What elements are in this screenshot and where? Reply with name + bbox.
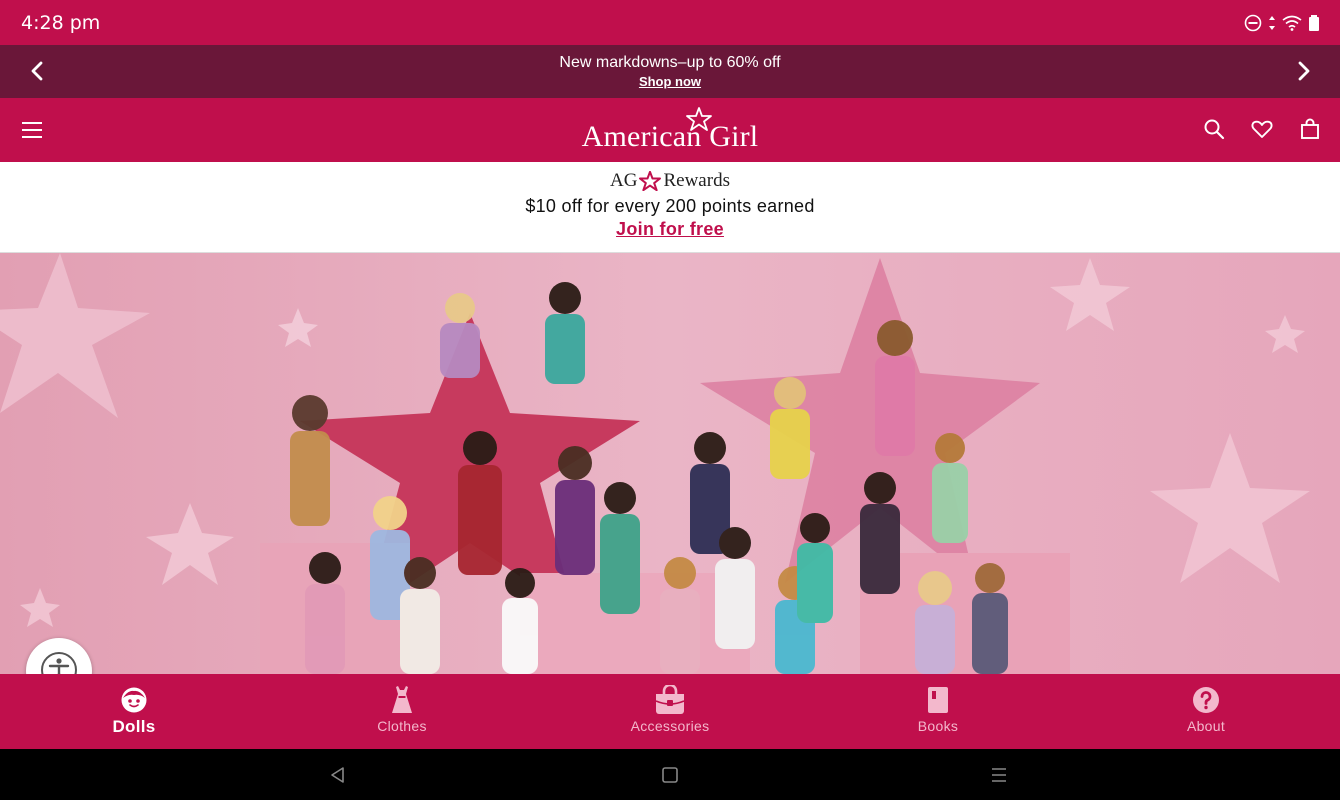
nav-item-dolls[interactable]: Dolls xyxy=(0,674,268,749)
promo-banner: New markdowns–up to 60% off Shop now xyxy=(0,45,1340,98)
data-arrows-icon xyxy=(1269,15,1275,30)
american-girl-logo[interactable]: American Girl xyxy=(0,107,1340,154)
header-actions xyxy=(1202,117,1322,141)
nav-item-books[interactable]: Books xyxy=(804,674,1072,749)
nav-label-books: Books xyxy=(917,718,959,734)
logo-star-icon xyxy=(685,107,712,131)
home-square-icon xyxy=(662,767,678,783)
status-time: 4:28 pm xyxy=(21,11,101,34)
promo-text: New markdowns–up to 60% off Shop now xyxy=(559,53,780,91)
book-icon xyxy=(926,684,950,716)
promo-headline: New markdowns–up to 60% off xyxy=(559,53,781,71)
hero-illustration xyxy=(0,253,1340,674)
dress-icon xyxy=(390,684,414,716)
status-icons xyxy=(1244,14,1320,32)
system-nav-bar xyxy=(0,749,1340,800)
recents-lines-icon xyxy=(992,768,1006,782)
rewards-text: $10 off for every 200 points earned xyxy=(525,196,815,216)
rewards-star-icon xyxy=(639,171,662,191)
nav-label-accessories: Accessories xyxy=(630,718,710,734)
rewards-logo-right: Rewards xyxy=(663,170,730,191)
join-for-free-link[interactable]: Join for free xyxy=(616,219,724,240)
status-bar: 4:28 pm xyxy=(0,0,1340,45)
shopping-bag-button[interactable] xyxy=(1298,117,1322,141)
rewards-logo-left: AG xyxy=(610,170,638,191)
wifi-icon xyxy=(1282,15,1302,31)
hero-image[interactable] xyxy=(0,253,1340,674)
system-back-button[interactable] xyxy=(328,765,348,785)
chevron-right-icon xyxy=(1298,61,1310,81)
nav-item-accessories[interactable]: Accessories xyxy=(536,674,804,749)
rewards-banner: AG Rewards $10 off for every 200 points … xyxy=(0,162,1340,253)
ag-rewards-logo: AG Rewards xyxy=(610,170,730,192)
system-home-button[interactable] xyxy=(660,765,680,785)
system-recents-button[interactable] xyxy=(989,765,1009,785)
search-button[interactable] xyxy=(1202,117,1226,141)
nav-label-about: About xyxy=(1186,718,1226,734)
nav-label-clothes: Clothes xyxy=(377,718,427,734)
do-not-disturb-icon xyxy=(1244,14,1262,31)
search-icon xyxy=(1204,119,1225,140)
heart-icon xyxy=(1251,120,1273,138)
nav-item-about[interactable]: About xyxy=(1072,674,1340,749)
nav-item-clothes[interactable]: Clothes xyxy=(268,674,536,749)
battery-icon xyxy=(1309,14,1319,31)
promo-next-button[interactable] xyxy=(1290,57,1318,85)
doll-face-icon xyxy=(120,684,148,716)
chevron-left-icon xyxy=(31,61,43,81)
favorites-button[interactable] xyxy=(1250,117,1274,141)
promo-prev-button[interactable] xyxy=(23,57,51,85)
back-triangle-icon xyxy=(331,767,344,783)
help-icon xyxy=(1192,684,1220,716)
shopping-bag-icon xyxy=(1301,118,1319,139)
app-header: American Girl xyxy=(0,98,1340,162)
bag-icon xyxy=(654,684,686,716)
shop-now-link[interactable]: Shop now xyxy=(639,74,701,89)
nav-label-dolls: Dolls xyxy=(112,717,156,736)
logo-text: American Girl xyxy=(581,120,759,153)
bottom-nav: Dolls Clothes Accessories Books About xyxy=(0,674,1340,749)
